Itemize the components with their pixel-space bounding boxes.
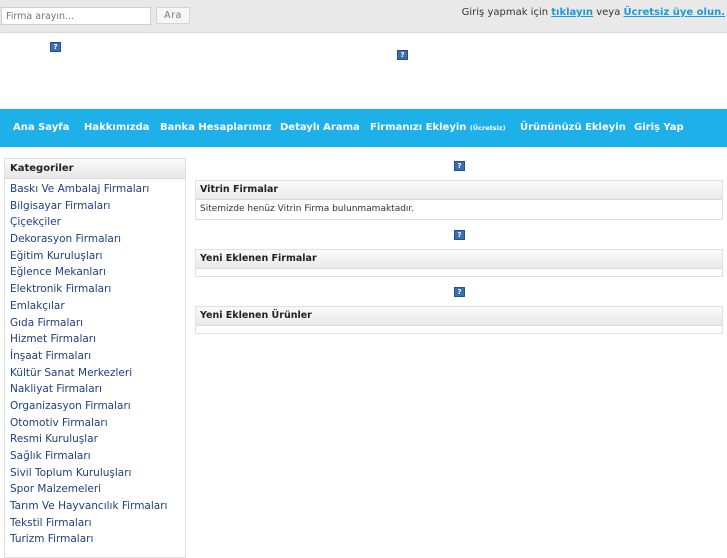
category-item[interactable]: Elektronik Firmaları — [10, 281, 185, 298]
register-link[interactable]: Ücretsiz üye olun. — [624, 7, 725, 18]
showcase-title: Vitrin Firmalar — [196, 181, 722, 200]
category-item[interactable]: Baskı Ve Ambalaj Firmaları — [10, 181, 185, 198]
categories-sidebar: Kategoriler Baskı Ve Ambalaj Firmaları B… — [4, 158, 186, 558]
showcase-panel: Vitrin Firmalar Sitemizde henüz Vitrin F… — [195, 180, 723, 220]
nav-about[interactable]: Hakkımızda — [84, 122, 149, 133]
login-click-link[interactable]: tıklayın — [551, 7, 593, 18]
new-products-panel: Yeni Eklenen Ürünler — [195, 306, 723, 334]
login-message: Giriş yapmak için tıklayın veya Ücretsiz… — [462, 7, 725, 18]
category-item[interactable]: Turizm Firmaları — [10, 531, 185, 548]
category-item[interactable]: Kültür Sanat Merkezleri — [10, 365, 185, 382]
new-products-title: Yeni Eklenen Ürünler — [196, 307, 722, 326]
nav-login[interactable]: Giriş Yap — [634, 122, 684, 133]
nav-add-company-label: Firmanızı Ekleyin — [370, 122, 467, 133]
broken-image-icon: ? — [397, 50, 408, 60]
nav-home[interactable]: Ana Sayfa — [13, 122, 69, 133]
category-item[interactable]: Eğlence Mekanları — [10, 264, 185, 281]
category-item[interactable]: Resmi Kuruluşlar — [10, 431, 185, 448]
category-item[interactable]: Bilgisayar Firmaları — [10, 198, 185, 215]
new-companies-title: Yeni Eklenen Firmalar — [196, 250, 722, 269]
category-item[interactable]: Organizasyon Firmaları — [10, 398, 185, 415]
showcase-empty-message: Sitemizde henüz Vitrin Firma bulunmamakt… — [200, 204, 415, 214]
category-item[interactable]: Sağlık Firmaları — [10, 448, 185, 465]
category-item[interactable]: Spor Malzemeleri — [10, 481, 185, 498]
category-item[interactable]: Sivil Toplum Kuruluşları — [10, 465, 185, 482]
category-item[interactable]: Emlakçılar — [10, 298, 185, 315]
category-item[interactable]: İnşaat Firmaları — [10, 348, 185, 365]
category-item[interactable]: Tekstil Firmaları — [10, 515, 185, 532]
top-bar: Ara Giriş yapmak için tıklayın veya Ücre… — [0, 0, 727, 33]
category-item[interactable]: Otomotiv Firmaları — [10, 415, 185, 432]
category-item[interactable]: Hizmet Firmaları — [10, 331, 185, 348]
category-item[interactable]: Eğitim Kuruluşları — [10, 248, 185, 265]
nav-detailed-search[interactable]: Detaylı Arama — [280, 122, 360, 133]
broken-image-icon: ? — [454, 230, 465, 240]
broken-image-icon: ? — [454, 161, 465, 171]
sidebar-title: Kategoriler — [5, 159, 185, 179]
category-list: Baskı Ve Ambalaj Firmaları Bilgisayar Fi… — [5, 179, 185, 548]
new-companies-panel: Yeni Eklenen Firmalar — [195, 249, 723, 277]
broken-image-icon: ? — [50, 42, 61, 52]
nav-add-product[interactable]: Ürününüzü Ekleyin — [520, 122, 626, 133]
broken-image-icon: ? — [454, 287, 465, 297]
login-middle: veya — [593, 7, 624, 18]
category-item[interactable]: Gıda Firmaları — [10, 315, 185, 332]
category-item[interactable]: Nakliyat Firmaları — [10, 381, 185, 398]
search-button[interactable]: Ara — [156, 7, 190, 24]
category-item[interactable]: Dekorasyon Firmaları — [10, 231, 185, 248]
nav-bank-accounts[interactable]: Banka Hesaplarımız — [160, 122, 272, 133]
main-nav: Ana Sayfa Hakkımızda Banka Hesaplarımız … — [0, 109, 727, 147]
search-input[interactable] — [1, 7, 151, 25]
login-prefix: Giriş yapmak için — [461, 7, 552, 18]
category-item[interactable]: Tarım Ve Hayvancılık Firmaları — [10, 498, 185, 515]
category-item[interactable]: Çiçekçiler — [10, 214, 185, 231]
nav-add-company-note: (Ücretsiz) — [469, 124, 506, 132]
nav-add-company[interactable]: Firmanızı Ekleyin (Ücretsiz) — [370, 122, 506, 133]
